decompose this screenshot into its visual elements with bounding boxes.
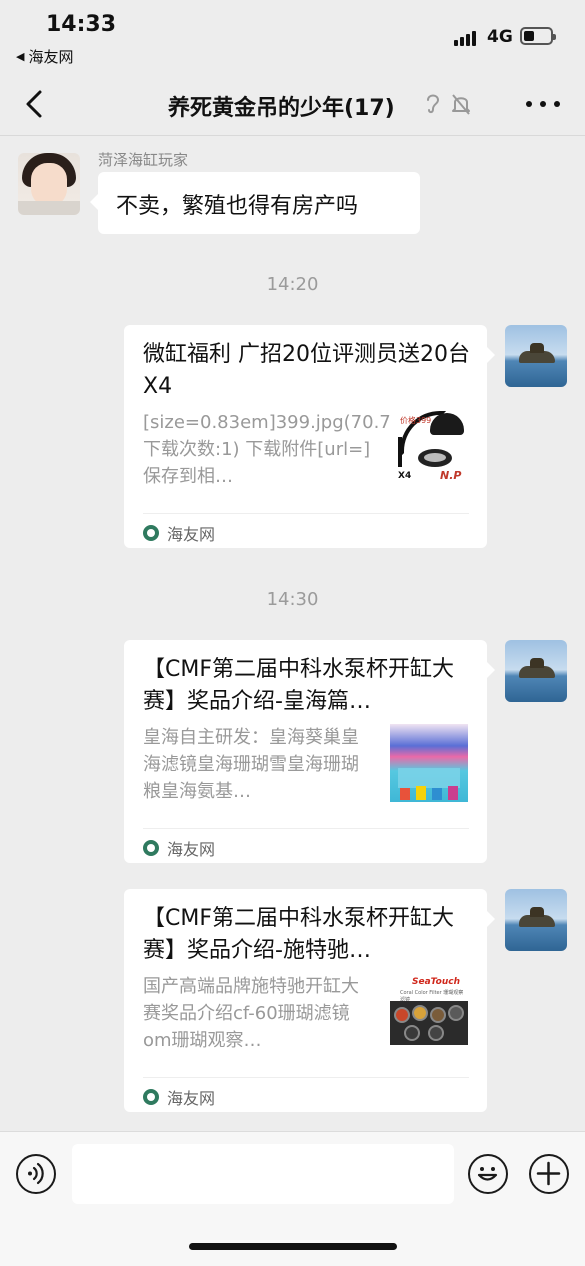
card-source: 海友网 (143, 1085, 215, 1109)
chat-status-icons (424, 92, 472, 116)
link-card-2[interactable]: 【CMF第二届中科水泵杯开缸大赛】奖品介绍-皇海篇… 皇海自主研发：皇海葵巢皇海… (124, 640, 495, 863)
signal-icon (454, 30, 478, 46)
card-thumbnail: 价格399 X4 N.P (390, 409, 468, 487)
message-bubble-incoming[interactable]: 不卖，繁殖也得有房产吗 (90, 172, 420, 234)
back-chevron-icon[interactable] (20, 88, 48, 120)
chat-title: 养死黄金吊的少年(17) (168, 96, 395, 121)
chat-header: 养死黄金吊的少年(17) (0, 74, 585, 136)
battery-icon (520, 27, 556, 45)
back-app-label: 海友网 (28, 48, 74, 66)
thumb-model: X4 (398, 471, 412, 481)
more-functions-button[interactable] (529, 1154, 569, 1194)
status-time: 14:33 (46, 12, 117, 37)
source-name: 海友网 (167, 525, 216, 544)
mute-bell-icon (452, 94, 470, 115)
card-description: [size=0.83em]399.jpg(70.75KB,下载次数:1) 下载附… (143, 412, 433, 487)
voice-wave-icon (28, 1162, 44, 1185)
my-avatar[interactable] (505, 640, 567, 702)
card-divider (143, 1077, 469, 1078)
my-avatar[interactable] (505, 325, 567, 387)
plus-icon (536, 1161, 561, 1186)
my-avatar[interactable] (505, 889, 567, 951)
source-logo-icon (143, 525, 159, 541)
card-title: 微缸福利 广招20位评测员送20台X4 (143, 342, 470, 399)
message-input[interactable] (72, 1144, 454, 1204)
link-card-3[interactable]: 【CMF第二届中科水泵杯开缸大赛】奖品介绍-施特驰… 国产高端品牌施特驰开缸大赛… (124, 889, 495, 1112)
sender-name: 菏泽海缸玩家 (98, 151, 189, 169)
timestamp: 14:30 (266, 589, 319, 610)
thumb-price: 价格399 (400, 416, 432, 425)
status-bar: 14:33 ◀ 海友网 4G (0, 0, 585, 74)
source-name: 海友网 (167, 840, 216, 859)
card-source: 海友网 (143, 521, 215, 545)
back-triangle-icon: ◀ (16, 50, 25, 63)
card-thumbnail (390, 724, 468, 802)
thumb-brand: SeaTouch (412, 977, 460, 987)
more-options-icon[interactable] (526, 94, 560, 114)
thumb-brand: N.P (440, 469, 462, 482)
emoji-button[interactable] (468, 1154, 508, 1194)
card-source: 海友网 (143, 836, 215, 860)
message-text: 不卖，繁殖也得有房产吗 (116, 194, 359, 219)
voice-input-button[interactable] (16, 1154, 56, 1194)
link-card-1[interactable]: 微缸福利 广招20位评测员送20台X4 [size=0.83em]399.jpg… (124, 325, 495, 548)
timestamp: 14:20 (266, 274, 319, 295)
card-title: 【CMF第二届中科水泵杯开缸大赛】奖品介绍-施特驰… (143, 906, 454, 963)
source-name: 海友网 (167, 1089, 216, 1108)
source-logo-icon (143, 840, 159, 856)
home-indicator[interactable] (189, 1243, 397, 1250)
emoji-face-icon (477, 1167, 498, 1181)
card-description: 皇海自主研发：皇海葵巢皇海滤镜皇海珊瑚雪皇海珊瑚粮皇海氨基… (143, 727, 359, 802)
card-thumbnail: SeaTouch Coral Color Filter 珊瑚观察滤镜 (390, 973, 468, 1051)
card-divider (143, 828, 469, 829)
back-to-app-link[interactable]: ◀ 海友网 (16, 46, 73, 67)
card-divider (143, 513, 469, 514)
network-type: 4G (487, 27, 513, 47)
source-logo-icon (143, 1089, 159, 1105)
ear-icon (427, 94, 440, 114)
sender-avatar[interactable] (18, 153, 80, 215)
card-title: 【CMF第二届中科水泵杯开缸大赛】奖品介绍-皇海篇… (143, 657, 454, 714)
card-description: 国产高端品牌施特驰开缸大赛奖品介绍cf-60珊瑚滤镜om珊瑚观察… (143, 976, 359, 1051)
